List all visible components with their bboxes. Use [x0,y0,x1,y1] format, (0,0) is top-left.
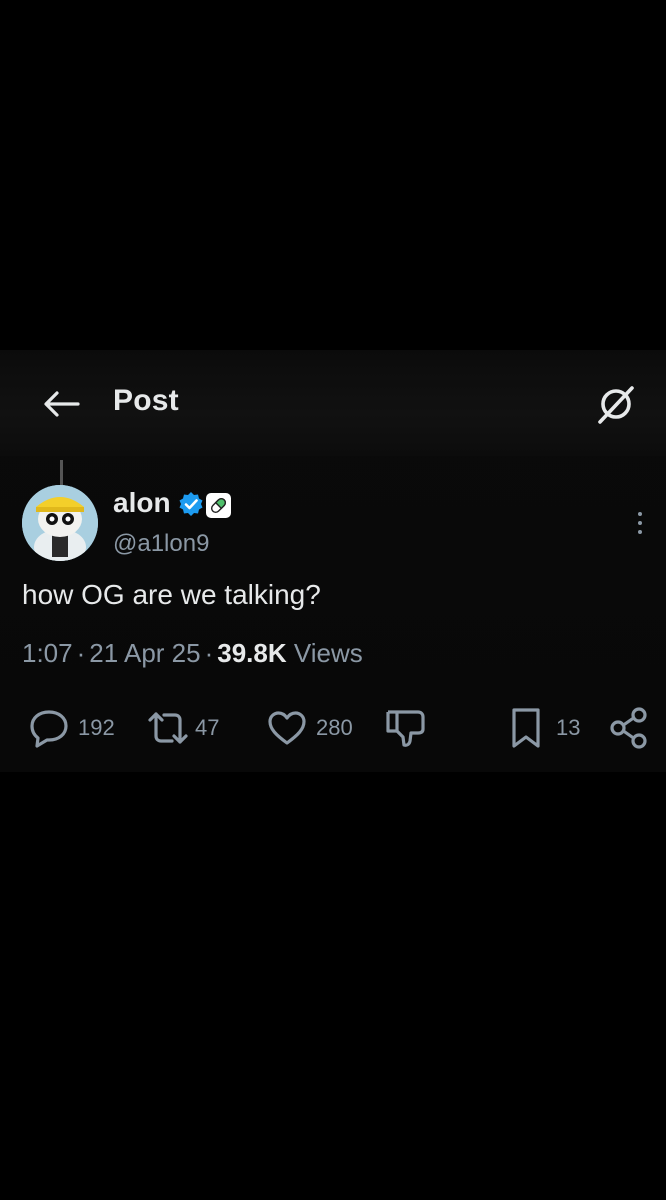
page-title: Post [113,384,179,417]
repost-button[interactable]: 47 [145,704,219,752]
post-time[interactable]: 1:07 [22,638,73,668]
dislike-button[interactable] [384,704,428,752]
share-button[interactable] [607,704,651,752]
grok-icon [598,386,634,424]
back-button[interactable] [40,386,82,422]
more-icon [638,512,642,516]
author-handle[interactable]: @a1lon9 [113,530,209,558]
more-icon-dot [638,530,642,534]
more-icon-dot [638,521,642,525]
repost-count: 47 [195,715,220,740]
like-button[interactable]: 280 [266,704,353,752]
author-name[interactable]: alon [113,487,171,519]
views-label: Views [293,638,363,668]
grok-button[interactable] [592,380,640,428]
reply-count: 192 [78,715,115,740]
avatar-image [22,485,98,561]
thread-connector [60,460,63,486]
repost-icon [148,712,188,744]
post-meta: 1:07 · 21 Apr 25 · 39.8K Views [22,638,363,669]
top-bar: Post [0,350,666,456]
reply-button[interactable]: 192 [28,704,115,752]
more-options-button[interactable] [628,508,652,538]
like-icon [268,711,306,745]
verified-icon [179,492,203,516]
post-card: Post alon @a1lon9 how OG are we talking?… [0,350,666,772]
reply-icon [30,710,68,748]
dislike-icon [386,710,425,747]
post-text: how OG are we talking? [22,579,321,610]
like-count: 280 [316,715,353,740]
pill-icon [210,497,227,514]
separator-dot: · [204,638,214,668]
bookmark-button[interactable]: 13 [508,704,580,752]
bookmark-count: 13 [556,715,581,740]
separator-dot: · [76,638,86,668]
action-bar: 192 47 280 13 [0,704,666,752]
avatar[interactable] [22,485,98,561]
views-count[interactable]: 39.8K [217,638,286,668]
bookmark-icon [512,708,540,748]
post-date[interactable]: 21 Apr 25 [89,638,200,668]
share-icon [610,707,647,749]
affiliate-badge[interactable] [206,493,231,518]
back-arrow-icon [44,391,80,417]
screen: Post alon @a1lon9 how OG are we talking?… [0,0,666,1200]
